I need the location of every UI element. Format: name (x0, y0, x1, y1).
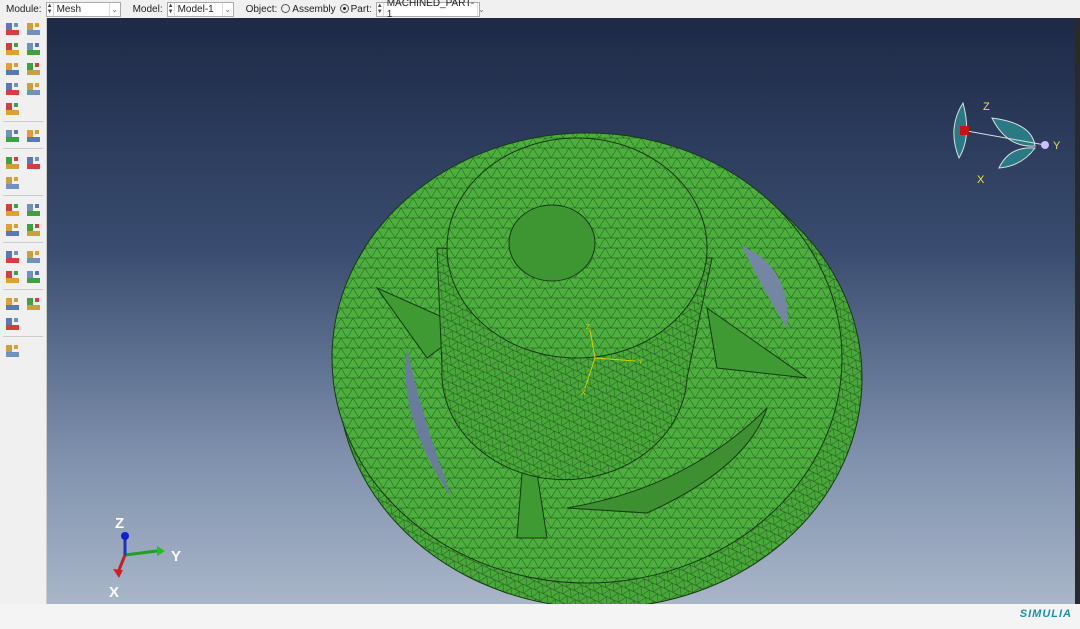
mesh-region-icon[interactable] (4, 100, 21, 117)
view-cube-z-label: Z (983, 101, 990, 113)
part-radio[interactable]: Part: (339, 4, 372, 15)
csys-x-label: X (581, 390, 586, 397)
model-label: Model: (132, 3, 163, 15)
repair-geometry-icon[interactable] (25, 295, 42, 312)
partition-cut-icon[interactable] (25, 221, 42, 238)
toolbox (0, 18, 47, 604)
seed-edge-icon[interactable] (25, 20, 42, 37)
partition-cell-icon[interactable] (4, 221, 21, 238)
element-type-icon[interactable] (25, 40, 42, 57)
mesh-pencil-icon[interactable] (4, 174, 21, 191)
hub-bore (508, 204, 596, 282)
status-bar: SIMULIA (0, 604, 1080, 629)
seed-part-icon[interactable] (4, 20, 21, 37)
datum-csys-icon[interactable] (25, 268, 42, 285)
triad-x-label: X (109, 584, 119, 601)
datum-axis-icon[interactable] (25, 248, 42, 265)
toolbox-separator (3, 336, 43, 337)
toolbox-separator (3, 121, 43, 122)
edit-mesh-icon[interactable] (4, 154, 21, 171)
triad-y-label: Y (171, 548, 181, 565)
model-select[interactable]: ▲ ▼ Model-1 ⌄ (166, 1, 234, 17)
toolbox-separator (3, 195, 43, 196)
global-triad (113, 532, 165, 578)
datum-point-icon[interactable] (4, 248, 21, 265)
datum-plane-icon[interactable] (4, 268, 21, 285)
window-edge (1075, 18, 1080, 604)
assembly-radio[interactable]: Assembly (281, 4, 336, 15)
toolbox-separator (3, 242, 43, 243)
object-label: Object: (245, 3, 278, 15)
module-label: Module: (6, 3, 42, 15)
part-select[interactable]: ▲ ▼ MACHINED_PART-1 ⌄ (375, 0, 485, 20)
mesh-controls-icon[interactable] (4, 40, 21, 57)
chevron-down-icon: ⌄ (221, 2, 233, 16)
chevron-down-icon: ⌄ (108, 2, 120, 16)
viewport[interactable]: Y Z X Z Y X Z Y X (47, 18, 1075, 609)
edit-geometry-icon[interactable] (4, 315, 21, 332)
query-icon[interactable] (4, 127, 21, 144)
delete-mesh-icon[interactable] (25, 60, 42, 77)
module-select[interactable]: ▲ ▼ Mesh ⌄ (45, 1, 121, 17)
mesh-part: Y Z X Z Y X Z Y X (109, 101, 1061, 609)
virtual-topology-icon[interactable] (4, 295, 21, 312)
tools-icon[interactable] (4, 342, 21, 359)
toolbox-separator (3, 289, 43, 290)
verify-mesh-icon[interactable] (25, 80, 42, 97)
partition-face-icon[interactable] (25, 201, 42, 218)
assign-stack-icon[interactable] (4, 80, 21, 97)
triad-z-label: Z (115, 515, 124, 532)
toolbox-separator (3, 148, 43, 149)
mesh-part-icon[interactable] (4, 60, 21, 77)
mesh-stats-icon[interactable] (25, 127, 42, 144)
csys-z-label: Z (586, 324, 591, 331)
simulia-logo: SIMULIA (1019, 608, 1072, 620)
offset-mesh-icon[interactable] (25, 154, 42, 171)
view-cube[interactable] (953, 101, 1049, 169)
csys-y-label: Y (638, 359, 643, 366)
partition-edge-icon[interactable] (4, 201, 21, 218)
view-cube-y-label: Y (1053, 140, 1061, 152)
context-bar: Module: ▲ ▼ Mesh ⌄ Model: ▲ ▼ Model-1 ⌄ Object… (0, 0, 1080, 20)
chevron-down-icon: ⌄ (477, 2, 485, 16)
view-cube-x-label: X (977, 174, 985, 186)
